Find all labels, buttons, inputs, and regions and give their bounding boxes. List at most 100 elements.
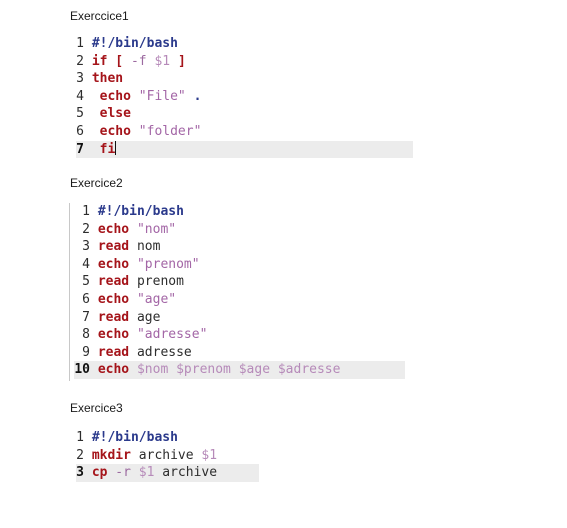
gutter-divider <box>69 203 70 381</box>
line-number: 2 <box>76 447 84 463</box>
line-number-spacer <box>84 54 92 69</box>
line-number-spacer <box>90 310 98 325</box>
code-token: cp <box>91 465 108 481</box>
code-token: #!/bin/bash <box>97 204 184 219</box>
line-number: 4 <box>82 256 90 272</box>
code-line[interactable]: 9 read adresse <box>74 344 405 362</box>
code-line[interactable]: 2 mkdir archive $1 <box>76 447 259 465</box>
code-line[interactable]: 3 read nom <box>74 238 405 256</box>
code-token: echo <box>97 291 130 307</box>
code-token: archive <box>154 465 218 481</box>
line-number: 7 <box>76 141 84 157</box>
code-line[interactable]: 6 echo "folder" <box>76 123 413 141</box>
code-block-exercise-3[interactable]: 1 #!/bin/bash 2 mkdir archive $1 3 cp -r $… <box>76 429 259 482</box>
line-number-spacer <box>90 222 98 237</box>
text-cursor <box>115 140 117 155</box>
code-token: echo <box>99 123 131 139</box>
code-line[interactable]: 7 read age <box>74 309 405 327</box>
code-token: else <box>99 106 131 122</box>
code-line[interactable]: 10 echo $nom $prenom $age $adresse <box>74 361 405 379</box>
code-token: nom <box>129 239 161 255</box>
code-line[interactable]: 3 cp -r $1 archive <box>76 464 259 482</box>
line-number-spacer <box>90 257 98 272</box>
code-line[interactable]: 7 fi <box>76 140 413 159</box>
code-token: read <box>97 274 130 290</box>
line-number: 1 <box>82 204 90 219</box>
code-token: ] <box>177 53 186 69</box>
line-number: 3 <box>76 71 84 87</box>
line-number: 6 <box>82 291 90 307</box>
code-token: "adresse" <box>136 327 208 343</box>
code-token: read <box>97 239 130 255</box>
exercise-1-title: Exerccice1 <box>70 9 129 23</box>
code-token: read <box>97 344 130 360</box>
code-line[interactable]: 3 then <box>76 70 413 88</box>
line-number-spacer <box>84 71 92 86</box>
code-token: $1 <box>138 465 155 481</box>
line-number: 3 <box>76 465 84 481</box>
code-line[interactable]: 8 echo "adresse" <box>74 326 405 344</box>
code-token: adresse <box>129 344 192 360</box>
code-token: prenom <box>129 274 184 290</box>
line-number-spacer <box>90 239 98 254</box>
code-line[interactable]: 4 echo "prenom" <box>74 256 405 274</box>
code-token: then <box>91 71 124 87</box>
code-block-exercise-1[interactable]: 1 #!/bin/bash 2 if [ -f $1 ] 3 then 4 echo … <box>76 35 413 159</box>
code-line[interactable]: 5 read prenom <box>74 273 405 291</box>
code-line[interactable]: 2 echo "nom" <box>74 221 405 239</box>
line-number-spacer <box>84 124 92 139</box>
code-line[interactable]: 1 #!/bin/bash <box>76 429 259 447</box>
line-number: 2 <box>82 221 90 237</box>
line-number: 2 <box>76 53 84 69</box>
exercise-3-title: Exercice3 <box>70 401 123 415</box>
line-number: 1 <box>76 430 84 445</box>
code-token: fi <box>99 141 116 157</box>
code-line[interactable]: 6 echo "age" <box>74 291 405 309</box>
line-number-spacer <box>84 89 92 104</box>
code-line[interactable]: 2 if [ -f $1 ] <box>76 53 413 71</box>
code-token: if [ <box>91 53 124 69</box>
code-line[interactable]: 4 echo "File" . <box>76 88 413 106</box>
code-token: $nom $prenom $age $adresse <box>136 362 341 378</box>
code-token: "File" <box>138 88 186 104</box>
line-number-spacer <box>90 345 98 360</box>
line-number: 6 <box>76 123 84 139</box>
exercise-2-title: Exercice2 <box>70 176 123 190</box>
code-token: echo <box>97 221 130 237</box>
code-token: "nom" <box>136 221 177 237</box>
code-token: echo <box>97 327 130 343</box>
code-token: . <box>193 88 202 104</box>
line-number: 7 <box>82 309 90 325</box>
code-token: -f <box>123 53 155 69</box>
code-line[interactable]: 1 #!/bin/bash <box>74 203 405 221</box>
code-token: mkdir <box>91 447 131 463</box>
code-token: $1 <box>154 53 178 69</box>
line-number-spacer <box>84 106 92 121</box>
code-block-exercise-2[interactable]: 1 #!/bin/bash 2 echo "nom" 3 read nom 4 ech… <box>74 203 405 379</box>
code-token: -r <box>107 465 139 481</box>
code-line[interactable]: 1 #!/bin/bash <box>76 35 413 53</box>
code-line[interactable]: 5 else <box>76 105 413 123</box>
code-token: "prenom" <box>136 256 200 272</box>
line-number-spacer <box>90 362 98 377</box>
line-number-spacer <box>84 36 92 51</box>
line-number: 5 <box>82 274 90 290</box>
line-number: 10 <box>74 362 90 378</box>
code-token: "age" <box>136 291 177 307</box>
code-token: $1 <box>201 447 218 463</box>
code-token: read <box>97 309 130 325</box>
code-token: echo <box>97 256 130 272</box>
line-number: 9 <box>82 344 90 360</box>
line-number: 3 <box>82 239 90 255</box>
code-token: age <box>129 309 161 325</box>
line-number-spacer <box>84 142 92 157</box>
